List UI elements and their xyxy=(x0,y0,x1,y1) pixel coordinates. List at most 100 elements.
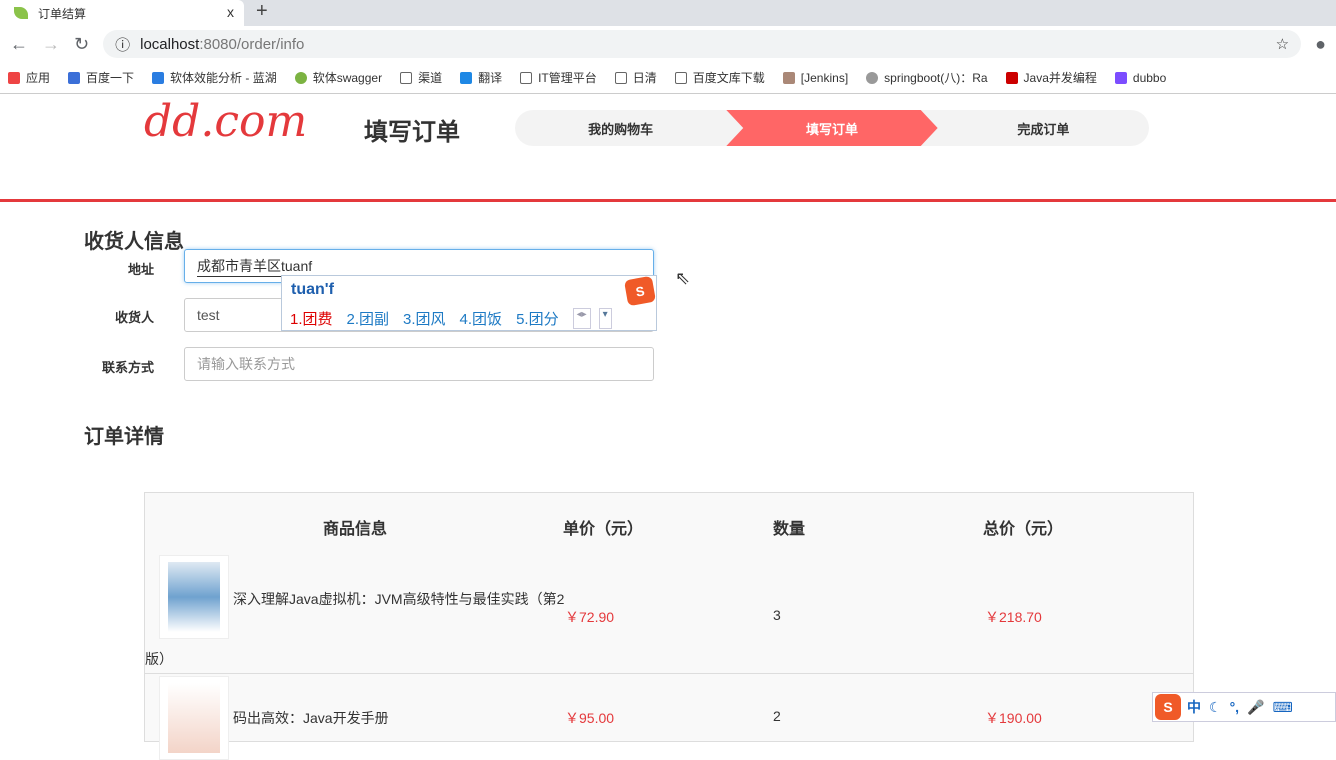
profile-icon[interactable]: ● xyxy=(1315,34,1326,55)
bookmark[interactable]: 日清 xyxy=(614,69,657,86)
step-cart: 我的购物车 xyxy=(588,121,654,137)
bookmark[interactable]: dubbo xyxy=(1114,71,1166,85)
bookmark-label: 百度一下 xyxy=(86,71,135,85)
bookmark-label: 翻译 xyxy=(478,71,503,85)
moon-icon[interactable]: ☾ xyxy=(1209,699,1222,716)
bookmark-label: 渠道 xyxy=(418,71,443,85)
bookmark[interactable]: 百度一下 xyxy=(68,69,134,86)
ime-status-bar: S 中 ☾ °, 🎤 ⌨ xyxy=(1152,692,1336,722)
page-title: 填写订单 xyxy=(364,119,460,146)
browser-tab[interactable]: 订单结算 x xyxy=(0,0,244,26)
table-row: 深入理解Java虚拟机：JVM高级特性与最佳实践（第2 版） ￥72.90 3 … xyxy=(145,553,1193,673)
ime-candidate[interactable]: 5.团分 xyxy=(516,308,559,329)
punctuation-icon[interactable]: °, xyxy=(1230,699,1240,715)
ime-page-arrows-icon[interactable]: ◂▸ xyxy=(572,308,591,329)
bookmark[interactable]: [Jenkins] xyxy=(782,71,848,85)
close-tab-icon[interactable]: x xyxy=(227,4,234,20)
reload-icon[interactable]: ↻ xyxy=(74,34,89,55)
lanhu-icon xyxy=(152,72,165,84)
contact-placeholder: 请输入联系方式 xyxy=(197,356,295,372)
ime-candidate[interactable]: 4.团饭 xyxy=(460,308,503,329)
keyboard-icon[interactable]: ⌨ xyxy=(1273,699,1293,716)
site-icon xyxy=(866,72,879,84)
bookmark-label: 软体效能分析 - 蓝湖 xyxy=(170,71,277,85)
bookmark[interactable]: 翻译 xyxy=(460,69,502,86)
ime-pinyin: tuan'f xyxy=(291,281,334,298)
bookmark[interactable]: 百度文库下载 xyxy=(674,69,765,86)
star-icon[interactable]: ☆ xyxy=(1276,35,1289,53)
bookmark-apps[interactable]: 应用 xyxy=(8,69,50,86)
back-icon[interactable]: ← xyxy=(10,34,28,55)
order-heading: 订单详情 xyxy=(84,426,164,448)
product-name[interactable]: 码出高效：Java开发手册 xyxy=(233,708,389,728)
csdn-icon xyxy=(1005,72,1018,84)
product-image[interactable] xyxy=(159,555,229,639)
unit-price: ￥72.90 xyxy=(565,609,615,625)
mouse-cursor-icon: ⇖ xyxy=(675,268,691,288)
apps-icon xyxy=(8,72,20,84)
total-price: ￥190.00 xyxy=(985,710,1042,726)
bookmark-label: springboot(八)：Ra xyxy=(884,71,988,85)
ime-candidate[interactable]: 3.团风 xyxy=(403,308,446,329)
new-tab-button[interactable]: + xyxy=(256,0,268,23)
column-header: 单价（元） xyxy=(563,521,644,538)
microphone-icon[interactable]: 🎤 xyxy=(1247,699,1264,716)
url-host: localhost xyxy=(140,35,200,53)
quantity: 2 xyxy=(773,708,781,724)
divider xyxy=(0,199,1336,202)
step-complete: 完成订单 xyxy=(1017,121,1070,137)
jenkins-icon xyxy=(782,71,795,84)
address-label: 地址 xyxy=(127,262,154,277)
order-table: 商品信息 单价（元） 数量 总价（元） 深入理解Java虚拟机：JVM高级特性与… xyxy=(144,492,1194,760)
ime-candidate[interactable]: 2.团副 xyxy=(347,308,390,329)
name-label: 收货人 xyxy=(114,310,154,325)
bookmark-label: IT管理平台 xyxy=(538,71,597,85)
product-name-cont: 版） xyxy=(145,651,173,667)
column-header: 商品信息 xyxy=(323,521,388,538)
checkout-steps: 我的购物车 填写订单 完成订单 xyxy=(515,110,1149,146)
spring-leaf-icon xyxy=(14,7,28,19)
sogou-logo-icon: S xyxy=(623,275,657,307)
page-icon xyxy=(400,72,413,84)
dubbo-icon xyxy=(1114,71,1127,84)
page-icon xyxy=(674,72,687,84)
product-image[interactable] xyxy=(159,676,229,760)
contact-input[interactable]: 请输入联系方式 xyxy=(184,347,654,381)
forward-icon[interactable]: → xyxy=(42,34,60,55)
bookmark-label: 百度文库下载 xyxy=(692,71,765,85)
ime-chinese-mode[interactable]: 中 xyxy=(1187,697,1201,717)
swagger-icon xyxy=(294,72,307,84)
url-path: :8080/order/info xyxy=(199,35,305,53)
bookmark-label: Java并发编程 xyxy=(1023,71,1097,85)
baidu-icon xyxy=(68,72,81,84)
page-icon xyxy=(614,72,627,84)
column-header: 总价（元） xyxy=(983,521,1064,538)
name-value: test xyxy=(197,307,220,323)
receiver-heading: 收货人信息 xyxy=(84,231,184,253)
info-icon: ⓘ xyxy=(115,36,131,54)
bookmark-label: 应用 xyxy=(26,71,51,85)
contact-label: 联系方式 xyxy=(101,360,154,375)
bookmark[interactable]: 渠道 xyxy=(400,69,442,86)
bookmark[interactable]: Java并发编程 xyxy=(1005,69,1097,86)
url-input[interactable]: ⓘ localhost:8080/order/info ☆ xyxy=(103,30,1302,58)
unit-price: ￥95.00 xyxy=(565,710,615,726)
bookmark[interactable]: IT管理平台 xyxy=(520,69,597,86)
step-fill-order: 填写订单 xyxy=(726,110,938,146)
address-value: 成都市青羊区tuanf xyxy=(197,256,313,277)
translate-icon xyxy=(460,72,473,84)
total-price: ￥218.70 xyxy=(985,609,1042,625)
page-icon xyxy=(520,72,533,84)
sogou-logo-icon[interactable]: S xyxy=(1155,694,1181,720)
ime-expand-icon[interactable]: ▾ xyxy=(598,308,612,329)
bookmark[interactable]: 软体效能分析 - 蓝湖 xyxy=(152,69,277,86)
column-header: 数量 xyxy=(773,521,806,538)
tab-title: 订单结算 xyxy=(38,6,87,21)
address-bar-row: ← → ↻ ⓘ localhost:8080/order/info ☆ ● xyxy=(0,26,1336,62)
bookmark[interactable]: 软体swagger xyxy=(294,69,382,86)
ime-candidate-window: tuan'f S 1.团费 2.团副 3.团风 4.团饭 5.团分 ◂▸ ▾ xyxy=(281,275,657,331)
site-logo[interactable]: dd.com xyxy=(144,96,307,147)
product-name[interactable]: 深入理解Java虚拟机：JVM高级特性与最佳实践（第2 xyxy=(233,589,564,609)
ime-candidate[interactable]: 1.团费 xyxy=(290,308,333,329)
bookmark[interactable]: springboot(八)：Ra xyxy=(866,69,988,86)
